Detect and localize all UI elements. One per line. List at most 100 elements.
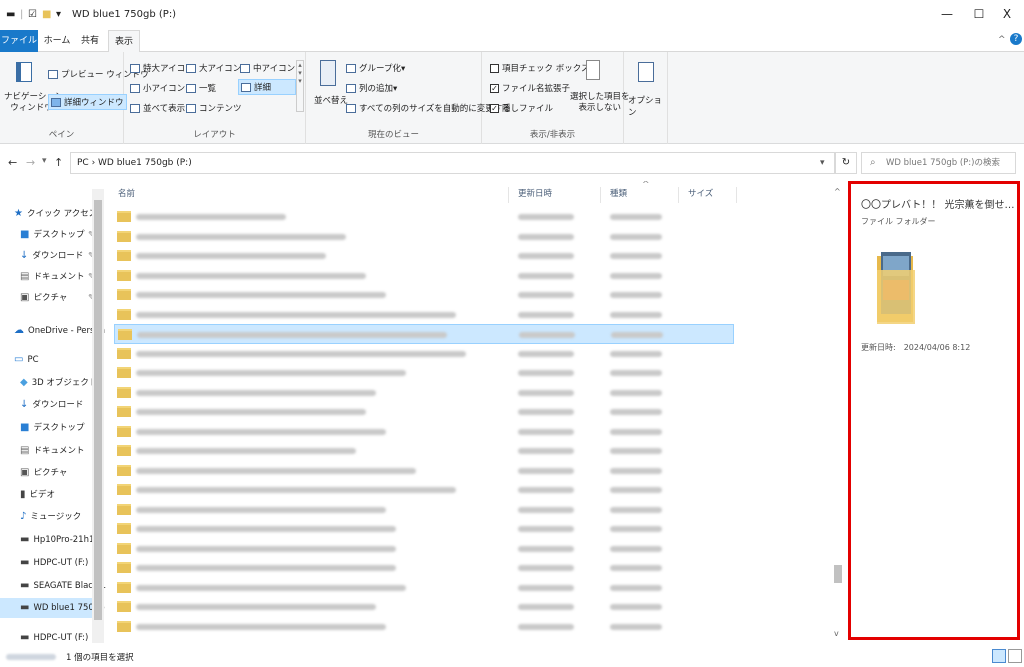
column-type[interactable]: 種類 [610,185,627,203]
sidebar-item[interactable]: ■ デスクトップ [20,418,84,438]
minimize-button[interactable]: — [930,4,964,24]
column-size[interactable]: サイズ [688,185,713,203]
table-row[interactable] [114,246,734,266]
details-pane-button[interactable]: 詳細ウィンドウ [48,94,127,110]
layout-small-icons[interactable]: 小アイコン [130,82,185,94]
table-row[interactable] [114,285,734,305]
sidebar-item[interactable]: ▣ ピクチャ [20,463,67,483]
refresh-button[interactable]: ↻ [835,152,857,174]
layout-scroll[interactable]: ▴ ▾ ▾ [296,60,304,112]
sort-button[interactable]: 並べ替え [314,94,348,106]
column-name[interactable]: 名前 [118,185,135,203]
tab-view[interactable]: 表示 [108,30,140,53]
sidebar-item[interactable]: ▬ WD blue1 750gb [0,598,105,618]
scroll-down-icon[interactable]: v [834,629,839,638]
address-path[interactable]: PC › WD blue1 750gb (P:) [70,152,835,174]
chevron-up-icon[interactable]: ^ [998,35,1006,45]
sidebar-item[interactable]: ◆ 3D オブジェクト [20,373,97,393]
table-row[interactable] [114,480,734,500]
sidebar-item[interactable]: ▬ Hp10Pro-21h1-jj [20,530,102,550]
table-row[interactable] [114,500,734,520]
search-input[interactable]: ⌕ WD blue1 750gb (P:)の検索 [861,152,1016,174]
sidebar-scroll-thumb[interactable] [94,200,102,620]
sidebar-item[interactable]: ▣ピクチャ✎ [20,288,95,308]
options-button[interactable]: オプション [628,94,667,118]
file-ext-toggle[interactable]: ✓ ファイル名拡張子 [490,82,570,94]
table-row[interactable] [114,558,734,578]
layout-large-icons[interactable]: 大アイコン [186,62,241,74]
table-row[interactable] [114,402,734,422]
table-row[interactable] [114,207,734,227]
layout-list[interactable]: 一覧 [186,82,216,94]
large-icons-view-icon[interactable] [1008,649,1022,663]
table-row[interactable] [114,363,734,383]
table-row[interactable] [114,441,734,461]
sidebar-item[interactable]: ▤ ドキュメント [20,441,84,461]
chevron-down-icon[interactable]: ▾ [56,9,61,20]
table-row[interactable] [114,461,734,481]
up-arrow-icon[interactable]: ↑ [54,156,63,169]
layout-xl-icons[interactable]: 特大アイコン [130,62,194,74]
table-row[interactable] [114,617,734,637]
table-row[interactable] [114,539,734,559]
column-divider[interactable] [678,187,679,203]
checkbox-icon[interactable]: ☑ [28,9,37,20]
address-dropdown-icon[interactable]: ▾ [820,158,825,168]
table-row[interactable] [114,597,734,617]
forward-arrow-icon[interactable]: → [26,156,35,169]
layout-tiles[interactable]: 並べて表示 [130,102,185,114]
drive-icon: ▬ [20,602,30,613]
back-arrow-icon[interactable]: ← [8,156,17,169]
tab-share[interactable]: 共有 [76,30,104,52]
row-date-blurred [518,389,574,396]
sidebar-item[interactable]: ▭ PC [14,350,39,370]
table-row[interactable] [114,324,734,344]
details-view-icon[interactable] [992,649,1006,663]
table-row[interactable] [114,519,734,539]
sidebar-item[interactable]: ■デスクトップ✎ [20,225,95,245]
column-divider[interactable] [736,187,737,203]
sidebar-item[interactable]: ↓ダウンロード✎ [20,246,95,266]
layout-content[interactable]: コンテンツ [186,102,242,114]
table-row[interactable] [114,422,734,442]
sidebar-item[interactable]: ▬ HDPC-UT (F:) [20,553,88,573]
row-name-blurred [136,233,346,240]
add-column-button[interactable]: 列の追加▾ [346,82,397,94]
table-row[interactable] [114,227,734,247]
row-type-blurred [610,389,662,396]
sidebar-item[interactable]: ▬ HDPC-UT (F:) [20,628,88,647]
row-type-blurred [610,214,662,220]
sidebar-item-label: ドキュメント [33,446,85,456]
table-row[interactable] [114,344,734,364]
column-divider[interactable] [600,187,601,203]
recent-chevron-icon[interactable]: ▾ [42,156,47,166]
table-row[interactable] [114,383,734,403]
sidebar-item[interactable]: ↓ ダウンロード [20,395,83,415]
table-row[interactable] [114,305,734,325]
folder-icon[interactable]: ■ [42,9,51,20]
file-list-scroll-thumb[interactable] [834,565,842,583]
hidden-files-toggle[interactable]: ✓ 隠しファイル [490,102,553,114]
table-row[interactable] [114,578,734,598]
scroll-up-icon[interactable]: ^ [834,187,841,196]
sidebar-item[interactable]: ▮ ビデオ [20,485,55,505]
drive-icon: ▬ [20,534,30,545]
column-divider[interactable] [508,187,509,203]
help-icon[interactable]: ? [1010,33,1022,45]
table-row[interactable] [114,266,734,286]
sidebar-item[interactable]: ▤ドキュメント✎ [20,267,95,287]
tab-file[interactable]: ファイル [0,30,38,52]
row-date-blurred [518,370,574,376]
item-checkbox-toggle[interactable]: 項目チェック ボックス [490,62,589,74]
layout-details[interactable]: 詳細 [238,79,296,95]
sidebar-item[interactable]: ♪ ミュージック [20,507,81,527]
close-button[interactable]: X [990,4,1024,24]
hide-selected-button[interactable]: 選択した項目を 表示しない [570,92,630,114]
row-name-blurred [136,526,396,532]
tab-home[interactable]: ホーム [40,30,74,52]
column-date[interactable]: 更新日時 [518,185,552,203]
group-by-button[interactable]: グループ化▾ [346,62,405,74]
layout-medium-icons[interactable]: 中アイコン [240,62,295,74]
sidebar-item[interactable]: ★ クイック アクセス [14,204,97,224]
row-type-blurred [610,526,662,532]
